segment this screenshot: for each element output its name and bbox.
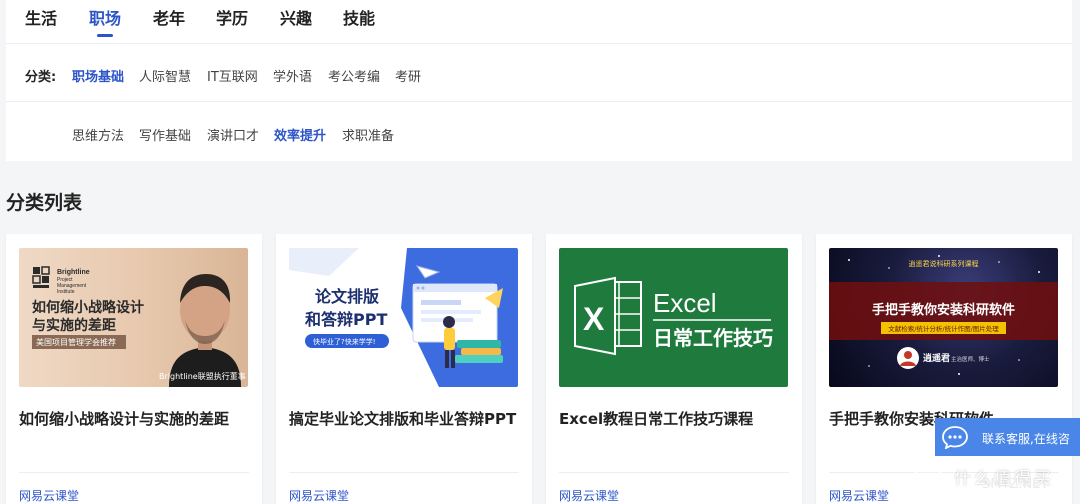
watermark-logo-icon	[912, 464, 944, 496]
course-title[interactable]: 如何缩小战略设计与实施的差距	[19, 408, 253, 429]
course-card[interactable]: 论文排版 和答辩PPT 快毕业了?快来学学! 搞定毕业论文排版和毕业答辩PPT …	[276, 234, 532, 504]
card-divider	[19, 472, 249, 473]
excel-logo-letter: X	[583, 301, 605, 337]
course-title[interactable]: Excel教程日常工作技巧课程	[559, 408, 793, 429]
subcategory-chip-speaking[interactable]: 演讲口才	[207, 125, 259, 144]
course-card[interactable]: Brightline Project Management Institute …	[6, 234, 262, 504]
thumb-top-label: 逍遥君说科研系列课程	[909, 259, 979, 268]
chat-bubble-icon	[942, 426, 968, 449]
author-avatar	[897, 347, 919, 369]
category-chip-workplace-basics[interactable]: 职场基础	[72, 66, 124, 85]
thumb-author-note: 主治医师、博士	[951, 355, 990, 363]
category-chip-it-internet[interactable]: IT互联网	[207, 66, 258, 85]
course-title[interactable]: 搞定毕业论文排版和毕业答辩PPT	[289, 408, 523, 429]
thumb-headline: 日常工作技巧	[653, 326, 773, 350]
instructor-portrait	[169, 274, 241, 387]
customer-service-button[interactable]: 联系客服,在线咨	[935, 418, 1080, 456]
thumb-tag: 快毕业了?快来学学!	[313, 337, 376, 346]
course-thumbnail[interactable]: 论文排版 和答辩PPT 快毕业了?快来学学!	[289, 248, 518, 387]
thumb-corner-shape	[289, 248, 359, 276]
tab-interest[interactable]: 兴趣	[280, 5, 312, 29]
category-row-secondary: 思维方法 写作基础 演讲口才 效率提升 求职准备	[6, 103, 1072, 161]
tab-education[interactable]: 学历	[216, 5, 248, 29]
category-chip-civil-exam[interactable]: 考公考编	[328, 66, 380, 85]
course-thumbnail-art: 论文排版 和答辩PPT 快毕业了?快来学学!	[289, 248, 518, 387]
tab-workplace[interactable]: 职场	[89, 5, 121, 29]
course-thumbnail[interactable]: 逍遥君说科研系列课程 手把手教你安装科研软件 文献检索/统计分析/统计作图/图片…	[829, 248, 1058, 387]
category-label: 分类:	[25, 70, 57, 85]
tab-life[interactable]: 生活	[25, 5, 57, 29]
subcategory-chip-efficiency[interactable]: 效率提升	[274, 125, 326, 144]
course-thumbnail[interactable]: Brightline Project Management Institute …	[19, 248, 248, 387]
course-source[interactable]: 网易云课堂	[559, 487, 619, 504]
excel-logo-icon: X	[574, 276, 642, 356]
thumb-headline: 论文排版	[315, 287, 379, 306]
tab-bar: 生活 职场 老年 学历 兴趣 技能	[6, 0, 1072, 44]
active-tab-indicator	[97, 34, 113, 37]
customer-service-label: 联系客服,在线咨	[982, 432, 1070, 446]
course-thumbnail-art: X Excel 日常工作技巧	[574, 276, 773, 356]
category-row-primary: 分类: 职场基础 人际智慧 IT互联网 学外语 考公考编 考研	[6, 44, 1072, 102]
thumb-author: 逍遥君	[923, 352, 950, 364]
course-thumbnail[interactable]: X Excel 日常工作技巧	[559, 248, 788, 387]
watermark-subtext: SMYZ.NET	[982, 477, 1049, 492]
card-divider	[559, 472, 789, 473]
thumb-headline: 和答辩PPT	[305, 310, 387, 329]
thumb-brand-line: Institute	[57, 289, 75, 295]
course-source[interactable]: 网易云课堂	[829, 487, 889, 504]
thumb-headline: 与实施的差距	[32, 317, 116, 334]
subcategory-chip-thinking[interactable]: 思维方法	[72, 125, 124, 144]
card-divider	[289, 472, 519, 473]
course-source[interactable]: 网易云课堂	[289, 487, 349, 504]
thumb-caption: Brightline联盟执行董事	[159, 371, 246, 381]
subcategory-chip-writing[interactable]: 写作基础	[139, 125, 191, 144]
category-chip-foreign-language[interactable]: 学外语	[273, 66, 312, 85]
course-thumbnail-art: 逍遥君说科研系列课程 手把手教你安装科研软件 文献检索/统计分析/统计作图/图片…	[829, 255, 1058, 375]
tab-skills[interactable]: 技能	[343, 5, 375, 29]
thumb-tag: 美国项目管理学会推荐	[36, 337, 116, 347]
course-source[interactable]: 网易云课堂	[19, 487, 79, 504]
subcategory-chip-job-hunting[interactable]: 求职准备	[342, 125, 394, 144]
tab-elderly[interactable]: 老年	[153, 5, 185, 29]
thumb-headline: 手把手教你安装科研软件	[872, 302, 1015, 318]
category-panel: 生活 职场 老年 学历 兴趣 技能 分类: 职场基础 人际智慧 IT互联网 学外…	[6, 0, 1072, 161]
course-thumbnail-art: Brightline Project Management Institute …	[32, 266, 246, 387]
thumb-headline: 如何缩小战略设计	[32, 299, 144, 316]
section-title: 分类列表	[6, 192, 83, 214]
site-watermark: 什么值得买 SMYZ.NET	[912, 460, 1080, 500]
course-card[interactable]: X Excel 日常工作技巧 Excel教程日常工作技巧课程 网易云课堂	[546, 234, 802, 504]
thumb-brand: Brightline	[57, 269, 90, 276]
category-chip-postgrad-exam[interactable]: 考研	[395, 66, 421, 85]
brightline-logo-icon	[32, 266, 50, 288]
category-chip-interpersonal[interactable]: 人际智慧	[139, 66, 191, 85]
thumb-subtitle: 文献检索/统计分析/统计作图/图片处理	[888, 324, 999, 333]
thumb-headline: Excel	[653, 288, 717, 318]
